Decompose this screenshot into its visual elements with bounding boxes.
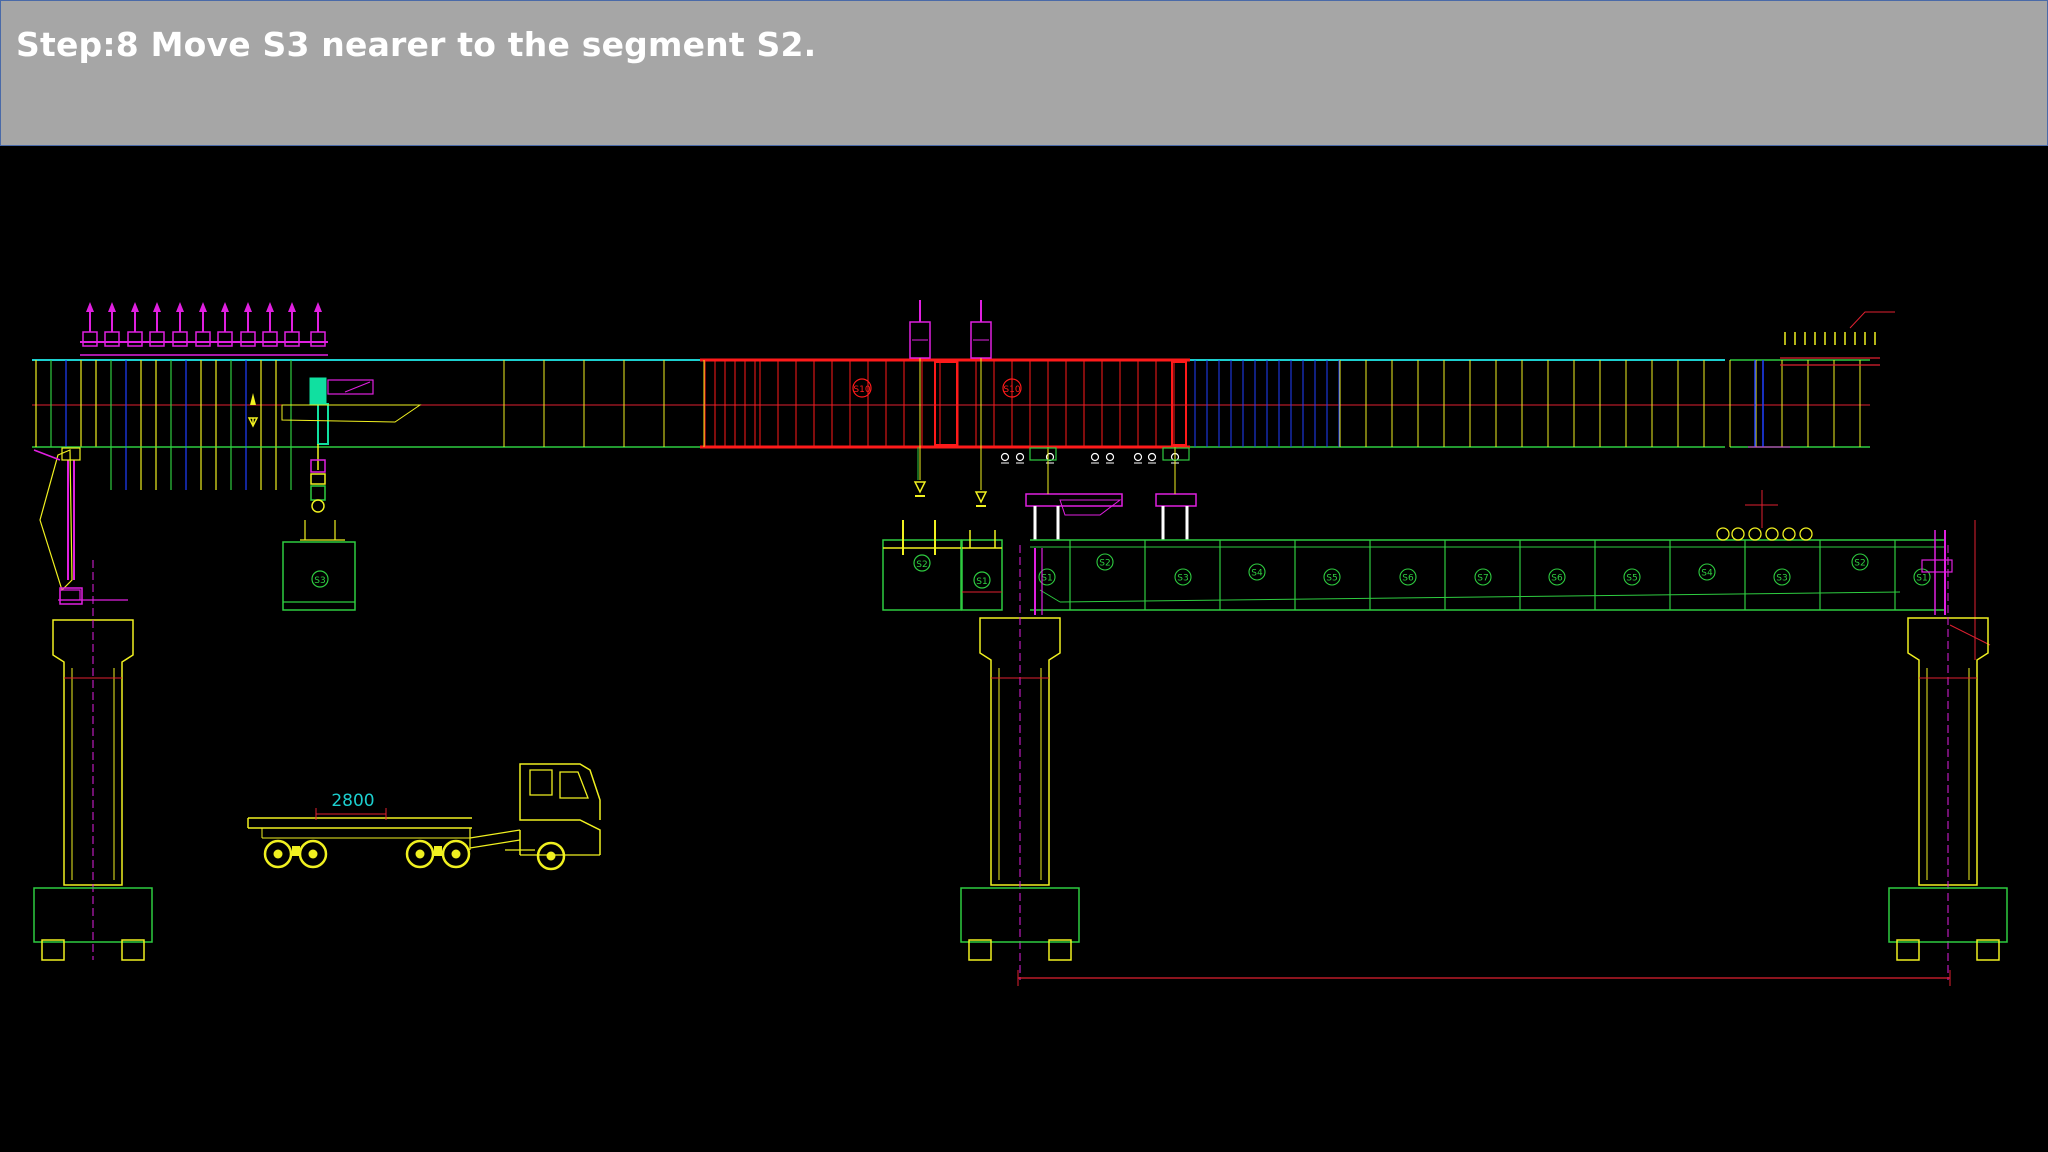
span-segment-label: S3: [1177, 574, 1188, 584]
span-segment-label: S3: [1776, 574, 1787, 584]
winch-1: [909, 300, 931, 497]
span-segment-label: S4: [1251, 569, 1263, 579]
cad-drawing: S10 S10 S3 S2 S1 S1S2S3 S4 S5 S6 S7 S6 S…: [32, 300, 2008, 986]
rear-support-frame: [33, 302, 328, 605]
truck-dimension-label: 2800: [331, 791, 374, 811]
span-segment-label: S5: [1326, 574, 1337, 584]
bridge-span: S1 S2 S3 S4 S5 S6 S7 S6 S5 S4 S3 S2 S1: [1030, 490, 1953, 615]
span-segment-labels: S1 S2 S3 S4 S5 S6 S7 S6 S5 S4 S3 S2 S1: [1038, 553, 1931, 586]
segment-label: S2: [916, 560, 927, 570]
rear-hydraulic-cylinders: [82, 302, 326, 347]
span-segment-label: S2: [1854, 559, 1865, 569]
girder-web-stiffeners: [503, 360, 1861, 447]
launching-girder: S10 S10: [32, 358, 1870, 449]
span-segment-label: S5: [1626, 574, 1637, 584]
front-nose-ticks: [1784, 332, 1876, 345]
rear-crane-trolley: [247, 377, 422, 513]
span-segment-label: S1: [1041, 574, 1052, 584]
span-segment-label: S6: [1551, 574, 1563, 584]
gantry-segment-s1: S1: [961, 530, 1003, 611]
span-segment-label: S6: [1402, 574, 1414, 584]
hanging-segment-s3: S3: [282, 520, 356, 611]
gantry-segments: S2 S1: [882, 520, 1003, 611]
gantry-segment-s2: S2: [882, 520, 962, 611]
rear-support-legs: [35, 360, 300, 490]
segment-label: S1: [976, 577, 987, 587]
span-segment-label: S4: [1701, 569, 1713, 579]
span-segment-label: S7: [1477, 574, 1488, 584]
front-carriages: [1000, 447, 1197, 540]
segment-label: S3: [314, 576, 325, 586]
span-dimension-line: [1017, 970, 1951, 986]
girder-segment-tag-1: S10: [852, 378, 872, 398]
pier-left: [33, 560, 153, 961]
span-end-rollers: [1716, 490, 1813, 541]
span-segment-label: S2: [1099, 559, 1110, 569]
girder-tag-label: S10: [853, 385, 870, 395]
carriage-rollers: [1000, 452, 1180, 464]
truck-wheels: [263, 839, 566, 871]
span-segment-label: S1: [1916, 574, 1927, 584]
front-nose-detail: [1748, 311, 1991, 660]
girder-tag-label: S10: [1003, 385, 1020, 395]
winch-2: [970, 300, 992, 507]
segment-transport-truck: 2800: [247, 763, 601, 871]
